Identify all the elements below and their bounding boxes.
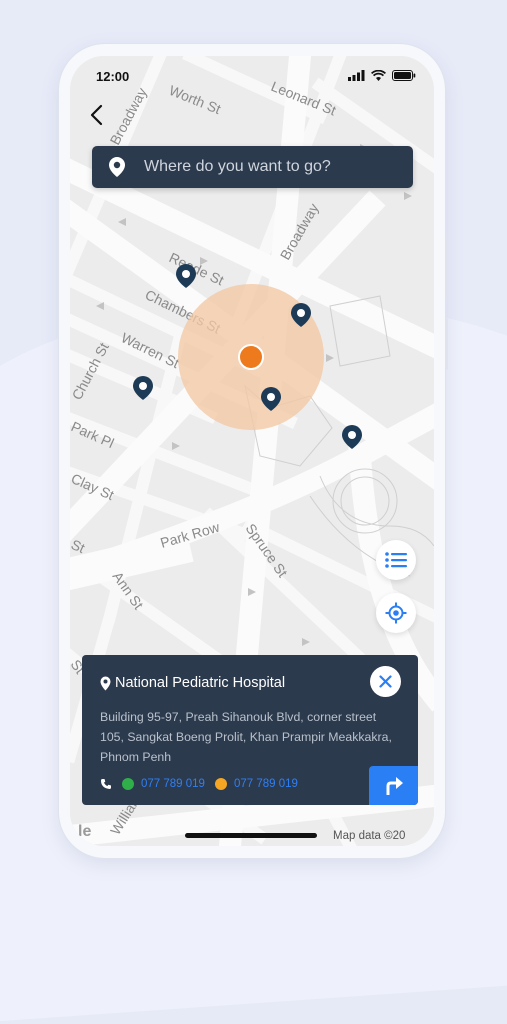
current-location-marker xyxy=(238,344,264,370)
list-icon xyxy=(385,552,407,568)
my-location-button[interactable] xyxy=(376,593,416,633)
search-input[interactable] xyxy=(142,157,406,177)
battery-icon xyxy=(392,70,416,81)
phone-row: 077 789 019 077 789 019 xyxy=(100,778,298,790)
map-attribution: Map data ©20 xyxy=(333,830,406,842)
status-icons xyxy=(348,70,416,81)
cellular-signal-icon xyxy=(348,70,365,81)
place-title-row: National Pediatric Hospital xyxy=(100,675,285,691)
phone-number-1[interactable]: 077 789 019 xyxy=(141,778,205,790)
phone-number-2[interactable]: 077 789 019 xyxy=(234,778,298,790)
place-title: National Pediatric Hospital xyxy=(115,675,286,691)
list-view-button[interactable] xyxy=(376,540,416,580)
status-time: 12:00 xyxy=(96,69,130,84)
location-pin-icon xyxy=(109,157,125,177)
back-arrow-icon[interactable] xyxy=(87,102,109,128)
turn-right-icon xyxy=(386,776,403,795)
phone-screen: Worth St Leonard St Broadway Broadway Re… xyxy=(70,56,434,846)
carrier-green-icon xyxy=(122,778,134,790)
locate-icon xyxy=(385,602,407,624)
close-icon xyxy=(379,675,392,688)
carrier-orange-icon xyxy=(214,778,227,790)
phone-icon xyxy=(101,779,111,789)
place-card[interactable]: National Pediatric Hospital Building 95-… xyxy=(82,655,418,805)
search-bar[interactable] xyxy=(92,146,413,188)
close-card-button[interactable] xyxy=(370,666,401,697)
directions-button[interactable] xyxy=(369,766,418,805)
home-indicator[interactable] xyxy=(185,833,317,838)
map-logo: le xyxy=(78,823,91,840)
wifi-icon xyxy=(371,70,386,81)
location-pin-icon xyxy=(100,676,111,690)
place-address: Building 95-97, Preah Sihanouk Blvd, cor… xyxy=(100,710,392,764)
